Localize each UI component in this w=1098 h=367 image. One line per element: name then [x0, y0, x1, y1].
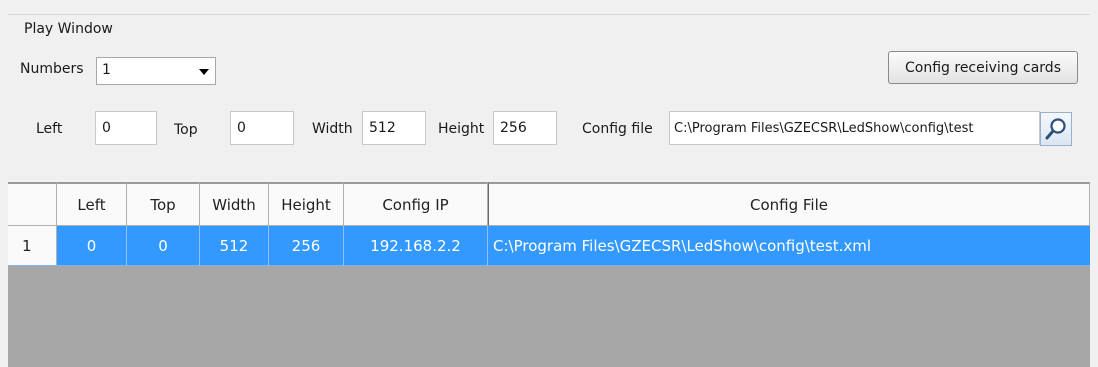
config-table-area: Left Top Width Height Config IP Config F…: [8, 182, 1090, 367]
col-header-config-ip[interactable]: Config IP: [344, 182, 488, 226]
table-cell[interactable]: 256: [269, 226, 344, 266]
chevron-down-icon[interactable]: [199, 69, 209, 75]
table-cell[interactable]: 192.168.2.2: [344, 226, 488, 266]
table-cell[interactable]: 512: [200, 226, 269, 266]
height-label: Height: [438, 121, 485, 137]
col-header-config-file[interactable]: Config File: [488, 182, 1090, 226]
numbers-dropdown[interactable]: 1: [96, 57, 216, 85]
table-cell[interactable]: C:\Program Files\GZECSR\LedShow\config\t…: [488, 226, 1090, 266]
width-label: Width: [312, 121, 353, 137]
config-receiving-cards-button[interactable]: Config receiving cards: [888, 51, 1078, 84]
table-cell[interactable]: 0: [57, 226, 127, 266]
col-header-left[interactable]: Left: [57, 182, 127, 226]
table-cell[interactable]: 0: [127, 226, 200, 266]
row-header[interactable]: 1: [8, 226, 57, 266]
col-header-width[interactable]: Width: [200, 182, 269, 226]
left-label: Left: [36, 121, 63, 137]
col-header-top[interactable]: Top: [127, 182, 200, 226]
magnifier-icon: [1045, 118, 1066, 140]
table-header-corner: [8, 182, 57, 226]
numbers-value: 1: [102, 62, 111, 78]
config-file-input[interactable]: [669, 111, 1040, 145]
top-input[interactable]: [230, 111, 294, 145]
browse-button[interactable]: [1040, 112, 1072, 146]
numbers-label: Numbers: [20, 61, 84, 77]
group-title: Play Window: [22, 21, 115, 37]
play-window-group: Play Window: [8, 14, 1090, 183]
left-input[interactable]: [95, 111, 157, 145]
col-header-height[interactable]: Height: [269, 182, 344, 226]
config-file-label: Config file: [582, 121, 653, 137]
top-label: Top: [174, 122, 198, 138]
width-input[interactable]: [362, 111, 426, 145]
height-input[interactable]: [493, 111, 557, 145]
